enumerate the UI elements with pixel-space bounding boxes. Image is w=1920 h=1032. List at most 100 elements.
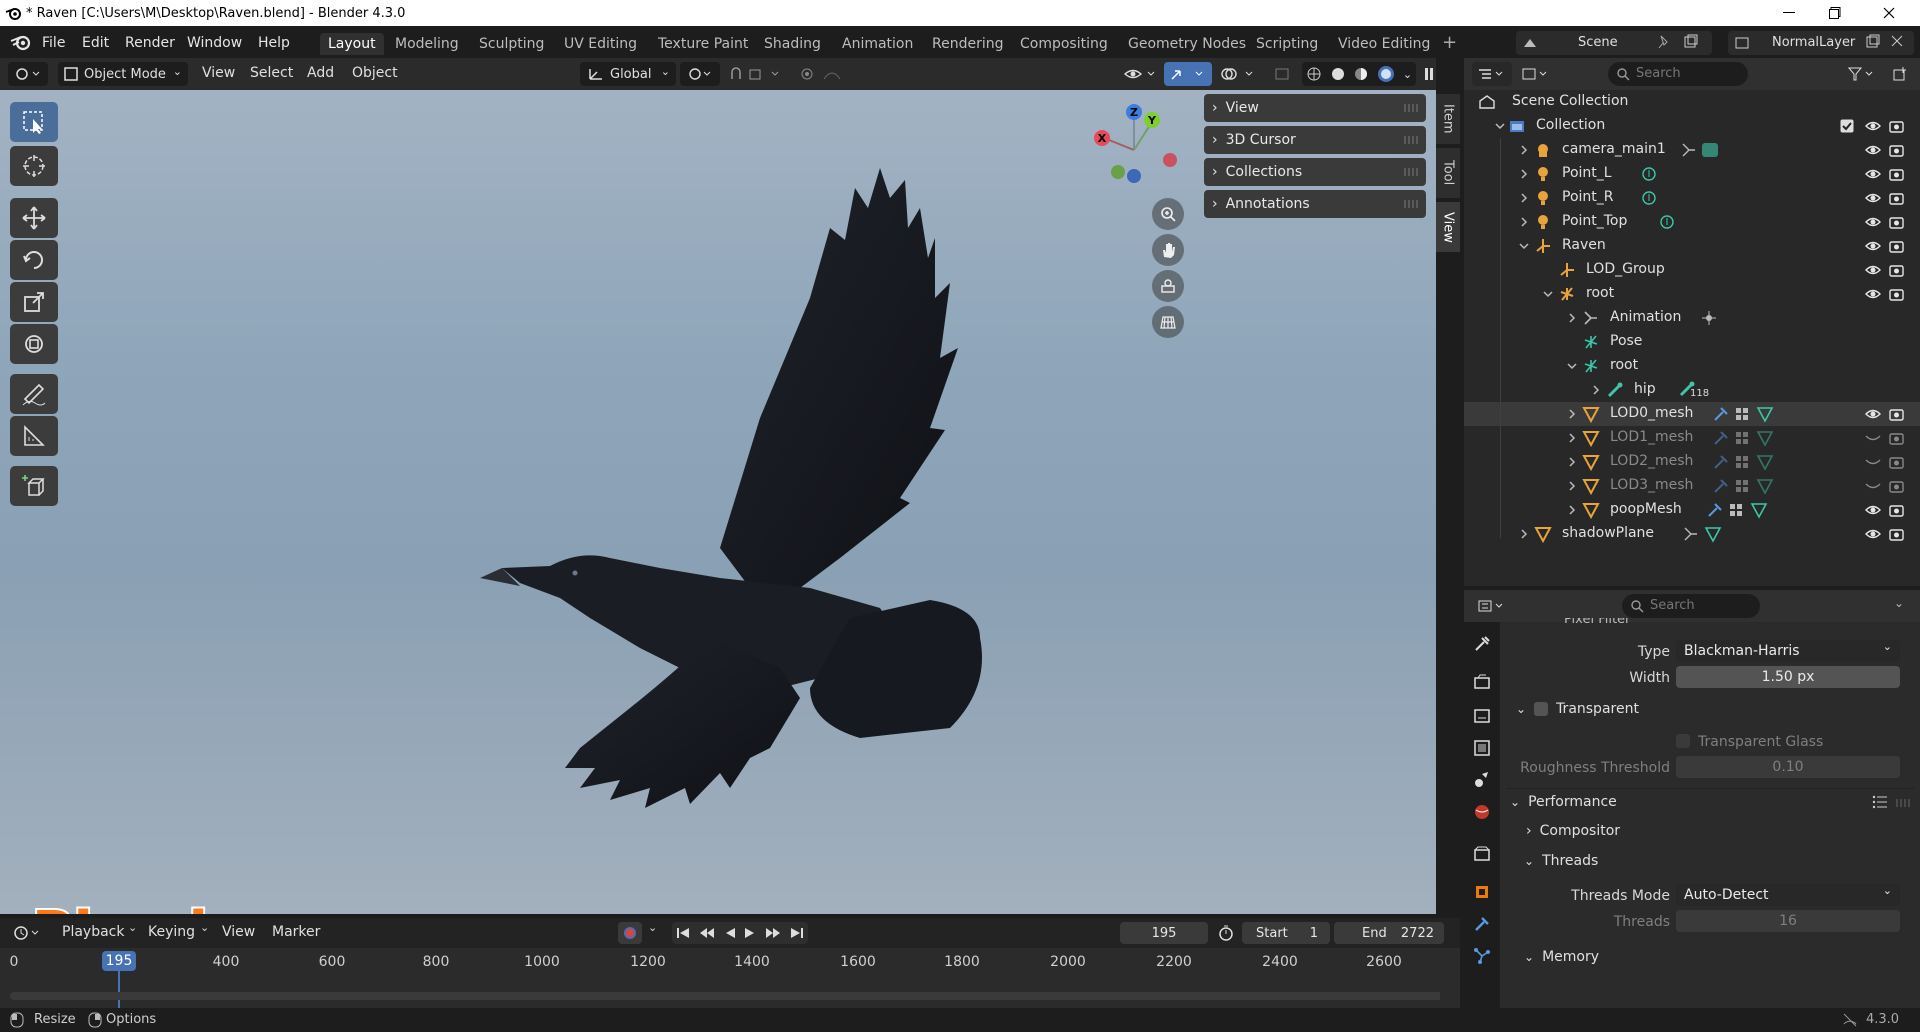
chevron-down-icon[interactable]	[1494, 120, 1506, 132]
drag-grip-icon[interactable]	[1404, 200, 1418, 208]
add-cube-tool[interactable]	[10, 466, 58, 506]
raven-model[interactable]	[480, 168, 1020, 818]
chevron-down-icon[interactable]	[1542, 288, 1554, 300]
display-mode-button[interactable]	[1516, 62, 1556, 86]
outliner-row-point-r[interactable]: Point_R	[1464, 186, 1920, 210]
side-tab-item[interactable]: Item	[1436, 94, 1460, 144]
npanel-annotations[interactable]: › Annotations	[1204, 190, 1426, 218]
outliner-search-input[interactable]: Search	[1608, 62, 1748, 86]
outliner-row-collection[interactable]: Collection	[1464, 114, 1920, 138]
chevron-down-icon[interactable]: ⌄	[1894, 596, 1904, 610]
transparent-glass-checkbox[interactable]	[1676, 734, 1690, 748]
properties-search-input[interactable]: Search	[1622, 594, 1760, 618]
mesh-data-icons[interactable]	[1712, 477, 1782, 495]
mesh-data-icons[interactable]	[1712, 405, 1782, 423]
menu-help[interactable]: Help	[258, 33, 290, 53]
render-camera-icon[interactable]	[1888, 263, 1906, 277]
next-keyframe-icon[interactable]	[765, 927, 781, 939]
shadow-data-icons[interactable]	[1682, 525, 1726, 543]
outliner-row-lod-group[interactable]: LOD_Group	[1464, 258, 1920, 282]
outliner-row-animation[interactable]: Animation	[1464, 306, 1920, 330]
filter-button[interactable]	[1844, 62, 1880, 86]
chevron-down-icon[interactable]	[1518, 240, 1530, 252]
drag-grip-icon[interactable]	[1896, 799, 1910, 807]
eye-icon[interactable]	[1864, 287, 1882, 301]
annotate-tool[interactable]	[10, 374, 58, 414]
render-camera-icon[interactable]	[1888, 527, 1906, 541]
tab-texture-paint[interactable]: Texture Paint	[650, 33, 756, 55]
outliner-row-lod0-mesh[interactable]: LOD0_mesh	[1464, 402, 1920, 426]
chevron-right-icon[interactable]	[1566, 504, 1578, 516]
blender-menu-icon[interactable]	[10, 33, 32, 51]
chevron-right-icon[interactable]	[1566, 312, 1578, 324]
chevron-right-icon[interactable]	[1566, 408, 1578, 420]
section-performance[interactable]: ⌄ Performance	[1506, 788, 1914, 814]
gizmo-toggle[interactable]	[1164, 62, 1212, 86]
eye-icon[interactable]	[1864, 167, 1882, 181]
chevron-down-icon[interactable]	[1566, 360, 1578, 372]
eye-icon[interactable]	[1864, 407, 1882, 421]
eye-closed-icon[interactable]	[1864, 479, 1882, 493]
pin-icon[interactable]	[1656, 34, 1672, 50]
modifier-tab-icon[interactable]	[1472, 914, 1492, 934]
gizmo-neg-y-axis[interactable]	[1111, 165, 1125, 179]
timeline-editor[interactable]: Playback ⌄ Keying ⌄ View Marker ⌄ 195 St…	[0, 918, 1460, 1010]
wireframe-shading-icon[interactable]	[1306, 66, 1322, 82]
snap-button[interactable]	[724, 62, 788, 86]
jump-end-icon[interactable]	[790, 927, 804, 939]
render-camera-icon[interactable]	[1888, 407, 1906, 421]
measure-tool[interactable]	[10, 416, 58, 456]
eye-icon[interactable]	[1864, 191, 1882, 205]
new-scene-icon[interactable]	[1682, 34, 1698, 50]
viewport-menu-view[interactable]: View	[202, 65, 235, 81]
outliner-row-point-l[interactable]: Point_L	[1464, 162, 1920, 186]
drag-grip-icon[interactable]	[1404, 136, 1418, 144]
viewport-menu-add[interactable]: Add	[307, 65, 334, 81]
section-compositor[interactable]: › Compositor	[1506, 818, 1914, 844]
npanel-view[interactable]: › View	[1204, 94, 1426, 122]
mesh-data-icons[interactable]	[1712, 429, 1782, 447]
render-camera-icon[interactable]	[1888, 503, 1906, 517]
light-data-icon[interactable]	[1658, 213, 1676, 231]
side-tab-view[interactable]: View	[1436, 202, 1460, 252]
tab-uv-editing[interactable]: UV Editing	[556, 33, 645, 55]
cursor-tool[interactable]	[10, 146, 58, 186]
prev-keyframe-icon[interactable]	[699, 927, 715, 939]
section-memory[interactable]: ⌄ Memory	[1506, 944, 1914, 970]
particles-tab-icon[interactable]	[1472, 946, 1492, 966]
transform-tool[interactable]	[10, 324, 58, 364]
world-tab-icon[interactable]	[1472, 802, 1492, 822]
scene-selector[interactable]: Scene	[1516, 31, 1712, 55]
chevron-right-icon[interactable]	[1518, 192, 1530, 204]
remove-view-layer-icon[interactable]	[1890, 34, 1904, 48]
tab-sculpting[interactable]: Sculpting	[471, 33, 552, 55]
tab-animation[interactable]: Animation	[834, 33, 921, 55]
move-tool[interactable]	[10, 198, 58, 238]
viewport-menu-object[interactable]: Object	[352, 65, 398, 81]
timeline-menu-keying[interactable]: Keying	[148, 924, 195, 940]
playhead-line[interactable]	[118, 968, 120, 1008]
eye-icon[interactable]	[1864, 215, 1882, 229]
restore-button[interactable]	[1812, 0, 1858, 26]
drag-grip-icon[interactable]	[1404, 104, 1418, 112]
mesh-data-icons[interactable]	[1706, 501, 1776, 519]
render-camera-icon[interactable]	[1888, 287, 1906, 301]
tab-modeling[interactable]: Modeling	[387, 33, 467, 55]
jump-start-icon[interactable]	[676, 927, 690, 939]
chevron-right-icon[interactable]	[1518, 216, 1530, 228]
new-collection-button[interactable]	[1888, 62, 1912, 86]
pause-render-button[interactable]	[1424, 62, 1434, 86]
eye-closed-icon[interactable]	[1864, 455, 1882, 469]
section-threads[interactable]: ⌄ Threads	[1506, 848, 1914, 874]
timeline-menu-marker[interactable]: Marker	[272, 924, 320, 940]
end-frame-field[interactable]: End 2722	[1334, 922, 1444, 944]
rendered-shading-icon[interactable]	[1377, 65, 1395, 83]
collection-exclude-checkbox[interactable]	[1840, 119, 1854, 133]
visibility-toggle[interactable]	[1120, 62, 1160, 86]
filter-width-field[interactable]: 1.50 px	[1676, 666, 1900, 688]
drag-grip-icon[interactable]	[1404, 168, 1418, 176]
properties-content[interactable]: Pixel Filter Type Blackman-Harris ⌄ Width…	[1500, 618, 1920, 1008]
current-frame-field[interactable]: 195	[1120, 922, 1208, 944]
rotate-tool[interactable]	[10, 240, 58, 280]
outliner-row-shadowplane[interactable]: shadowPlane	[1464, 522, 1920, 546]
